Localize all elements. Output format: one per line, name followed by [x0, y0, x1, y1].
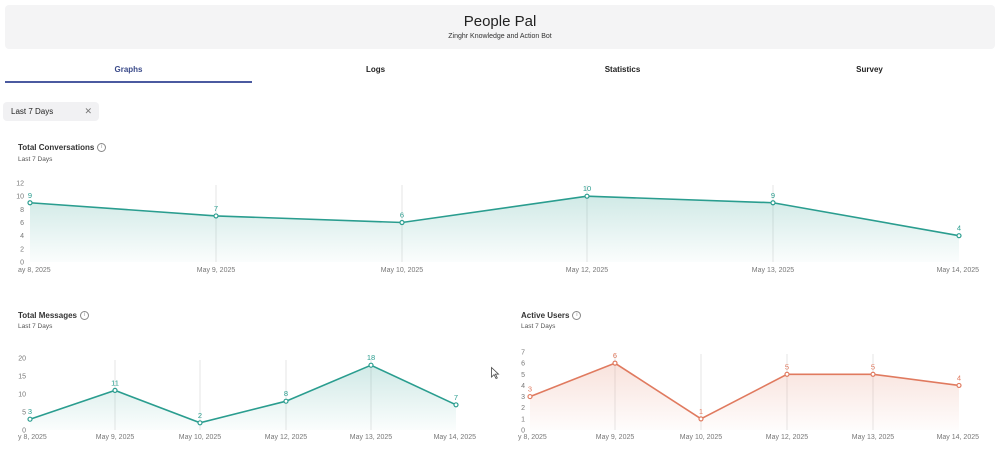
- data-label: 6: [613, 351, 617, 360]
- x-tick-label: y 8, 2025: [518, 434, 547, 441]
- y-tick-label: 1: [521, 416, 525, 423]
- y-tick-label: 5: [521, 372, 525, 379]
- data-point[interactable]: [612, 360, 618, 366]
- y-tick-label: 3: [521, 394, 525, 401]
- data-point[interactable]: [870, 371, 876, 377]
- x-tick-label: May 10, 2025: [680, 434, 723, 441]
- mouse-cursor-icon: [491, 366, 500, 380]
- data-label: 3: [528, 385, 532, 394]
- data-label: 1: [699, 407, 703, 416]
- x-tick-label: May 12, 2025: [766, 434, 809, 441]
- data-label: 5: [871, 362, 875, 371]
- data-label: 4: [957, 373, 961, 382]
- data-label: 5: [785, 362, 789, 371]
- data-point[interactable]: [698, 416, 704, 422]
- data-point[interactable]: [527, 393, 533, 400]
- x-tick-label: May 9, 2025: [596, 434, 635, 441]
- y-tick-label: 2: [521, 405, 525, 412]
- data-point[interactable]: [784, 371, 790, 377]
- y-tick-label: 4: [521, 383, 525, 390]
- x-tick-label: May 13, 2025: [852, 434, 895, 441]
- users-chart: 012345673615 54y 8, 2025 May 9, 2025 May 10…: [518, 350, 980, 442]
- y-tick-label: 6: [521, 361, 525, 368]
- x-tick-label: May 14, 2025: [937, 434, 980, 441]
- y-tick-label: 7: [521, 350, 525, 357]
- data-point[interactable]: [956, 382, 962, 389]
